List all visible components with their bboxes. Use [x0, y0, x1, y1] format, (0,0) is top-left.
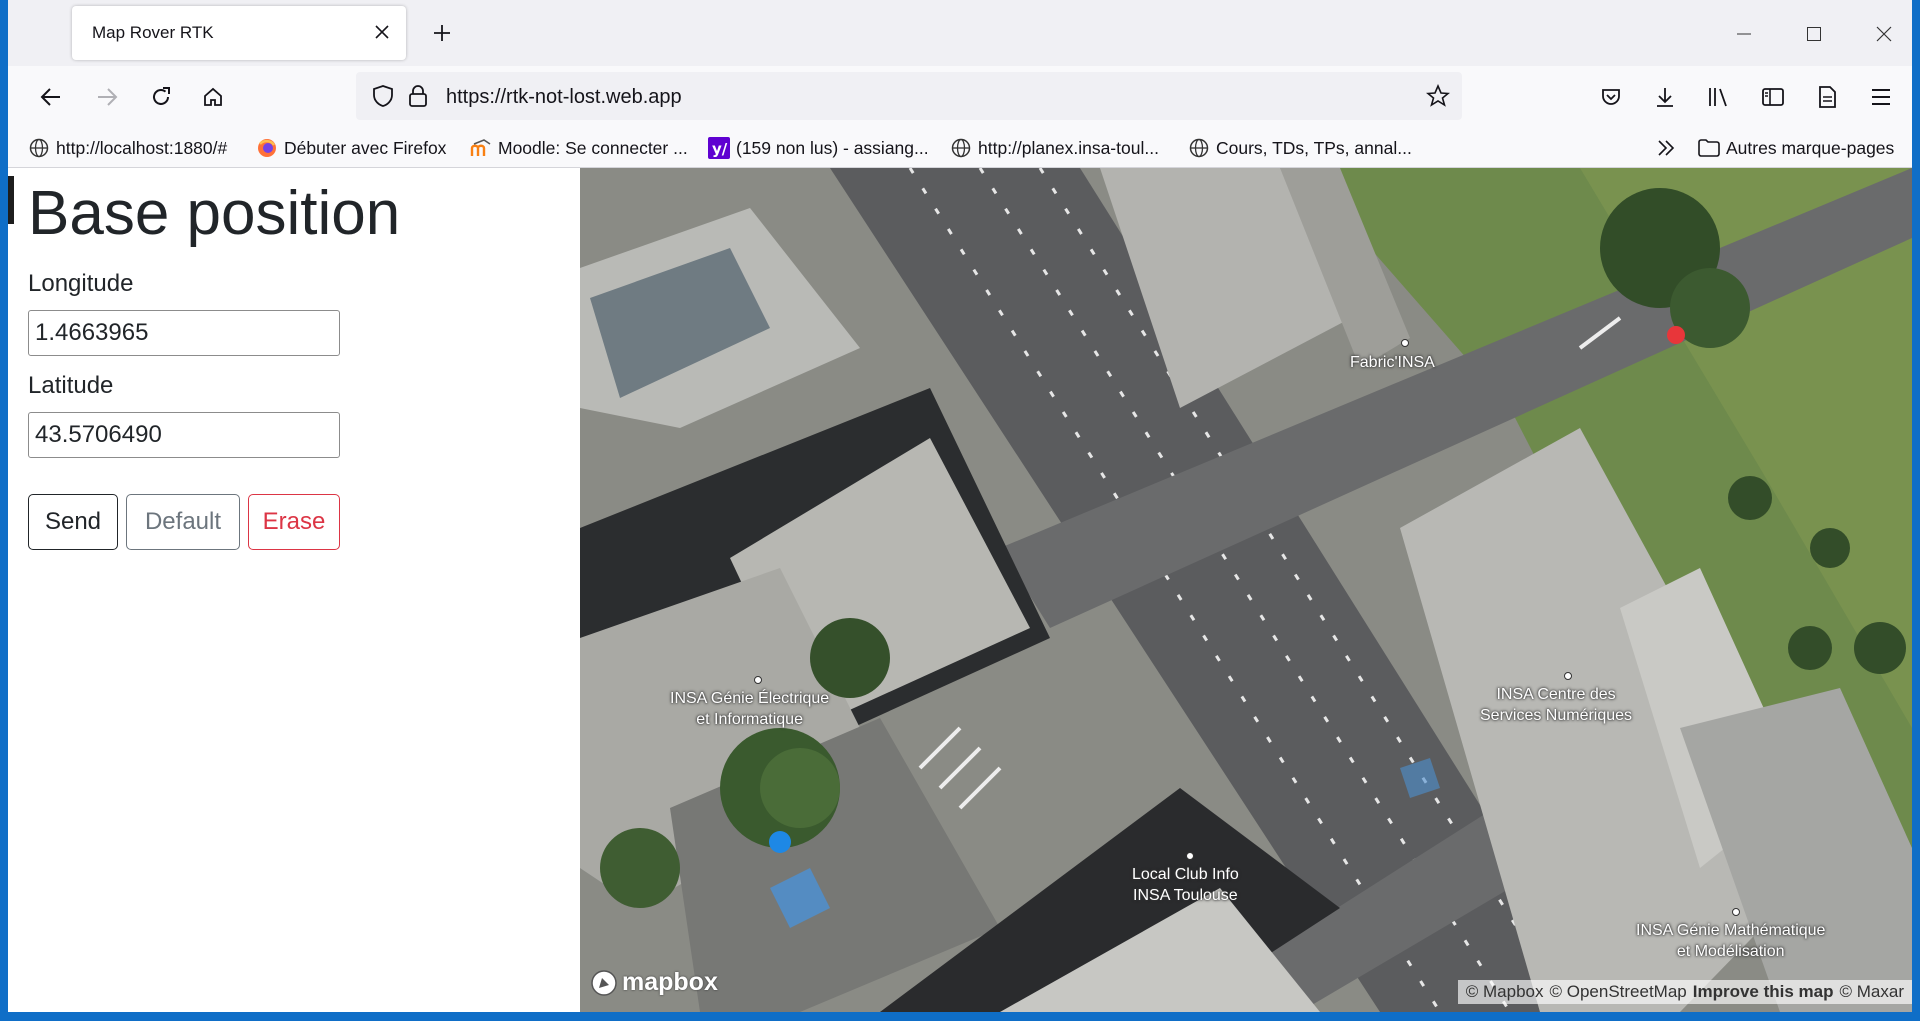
- chevron-overflow-icon[interactable]: [1656, 136, 1676, 160]
- globe-icon: [28, 137, 50, 159]
- page-content: Base position Longitude Latitude Send De…: [8, 168, 1912, 1012]
- bookmarks-bar: http://localhost:1880/# Débuter avec Fir…: [8, 128, 1912, 168]
- default-button[interactable]: Default: [126, 494, 240, 550]
- url-bar[interactable]: https://rtk-not-lost.web.app: [356, 72, 1462, 120]
- map-label-centre-services: INSA Centre des Services Numériques: [1480, 686, 1633, 724]
- close-window-icon[interactable]: [1868, 18, 1900, 50]
- tab-title: Map Rover RTK: [92, 23, 214, 42]
- other-bookmarks[interactable]: Autres marque-pages: [1698, 136, 1894, 160]
- satellite-map[interactable]: Fabric'INSA INSA Génie Électrique et Info…: [580, 168, 1912, 1012]
- bookmark-firefox[interactable]: Débuter avec Firefox: [256, 136, 446, 160]
- svg-text:y/: y/: [712, 140, 728, 158]
- moodle-icon: [470, 137, 492, 159]
- browser-window: Map Rover RTK https://rtk-not-lost.web.a…: [8, 0, 1912, 1012]
- latitude-label: Latitude: [28, 372, 114, 399]
- shield-icon[interactable]: [372, 84, 394, 113]
- map-label-club-info: Local Club Info INSA Toulouse: [1132, 866, 1239, 904]
- bookmark-label: http://localhost:1880/#: [56, 137, 228, 158]
- globe-icon: [1188, 137, 1210, 159]
- bookmark-localhost[interactable]: http://localhost:1880/#: [28, 136, 227, 160]
- bookmark-yahoo[interactable]: y/ (159 non lus) - assiang...: [708, 136, 929, 160]
- longitude-label: Longitude: [28, 270, 134, 297]
- mapbox-logo[interactable]: mapbox: [590, 968, 718, 997]
- forward-icon[interactable]: [90, 80, 124, 114]
- firefox-icon: [256, 137, 278, 159]
- bookmark-planex[interactable]: http://planex.insa-toul...: [950, 136, 1159, 160]
- attribution-osm-link[interactable]: © OpenStreetMap: [1549, 982, 1686, 1002]
- base-position-panel: Base position Longitude Latitude Send De…: [8, 168, 580, 1012]
- bookmark-cours[interactable]: Cours, TDs, TPs, annal...: [1188, 136, 1412, 160]
- url-text: https://rtk-not-lost.web.app: [446, 86, 682, 108]
- tab-strip: Map Rover RTK: [8, 0, 1912, 66]
- globe-icon: [950, 137, 972, 159]
- tab-map-rover[interactable]: Map Rover RTK: [72, 6, 406, 60]
- scroll-indicator: [8, 176, 14, 224]
- map-label-genie-electrique: INSA Génie Électrique et Informatique: [670, 690, 830, 728]
- lock-icon[interactable]: [408, 84, 428, 113]
- yahoo-icon: y/: [708, 137, 730, 159]
- home-icon[interactable]: [196, 80, 230, 114]
- pocket-icon[interactable]: [1594, 80, 1628, 114]
- reader-view-icon[interactable]: [1810, 80, 1844, 114]
- other-bookmarks-label: Autres marque-pages: [1726, 137, 1895, 158]
- bookmark-label: Cours, TDs, TPs, annal...: [1216, 137, 1412, 158]
- new-tab-icon[interactable]: [428, 19, 456, 47]
- bookmark-label: Moodle: Se connecter ...: [498, 137, 688, 158]
- bookmark-moodle[interactable]: Moodle: Se connecter ...: [470, 136, 688, 160]
- close-tab-icon[interactable]: [370, 20, 394, 44]
- improve-map-link[interactable]: Improve this map: [1693, 982, 1834, 1002]
- bookmark-label: http://planex.insa-toul...: [978, 137, 1159, 158]
- download-icon[interactable]: [1648, 80, 1682, 114]
- mapbox-logo-icon: [591, 969, 617, 996]
- map-attribution: © Mapbox © OpenStreetMap Improve this ma…: [1457, 980, 1912, 1004]
- map-imagery: [580, 168, 1912, 1012]
- map-label-fabric: Fabric'INSA: [1350, 354, 1435, 371]
- folder-icon: [1698, 137, 1720, 159]
- attribution-maxar-link[interactable]: © Maxar: [1840, 982, 1904, 1002]
- library-icon[interactable]: [1702, 80, 1736, 114]
- longitude-input[interactable]: [28, 310, 340, 356]
- bookmark-label: Débuter avec Firefox: [284, 137, 447, 158]
- attribution-mapbox-link[interactable]: © Mapbox: [1466, 982, 1544, 1002]
- map-label-genie-math: INSA Génie Mathématique et Modélisation: [1636, 922, 1826, 960]
- page-title: Base position: [28, 179, 401, 248]
- back-icon[interactable]: [34, 80, 68, 114]
- erase-button[interactable]: Erase: [248, 494, 340, 550]
- minimize-icon[interactable]: [1728, 18, 1760, 50]
- sidebar-icon[interactable]: [1756, 80, 1790, 114]
- navigation-bar: https://rtk-not-lost.web.app: [8, 66, 1912, 128]
- latitude-input[interactable]: [28, 412, 340, 458]
- maximize-icon[interactable]: [1798, 18, 1830, 50]
- star-bookmark-icon[interactable]: [1425, 83, 1451, 113]
- reload-icon[interactable]: [144, 80, 178, 114]
- menu-icon[interactable]: [1864, 80, 1898, 114]
- bookmark-label: (159 non lus) - assiang...: [736, 137, 929, 158]
- send-button[interactable]: Send: [28, 494, 118, 550]
